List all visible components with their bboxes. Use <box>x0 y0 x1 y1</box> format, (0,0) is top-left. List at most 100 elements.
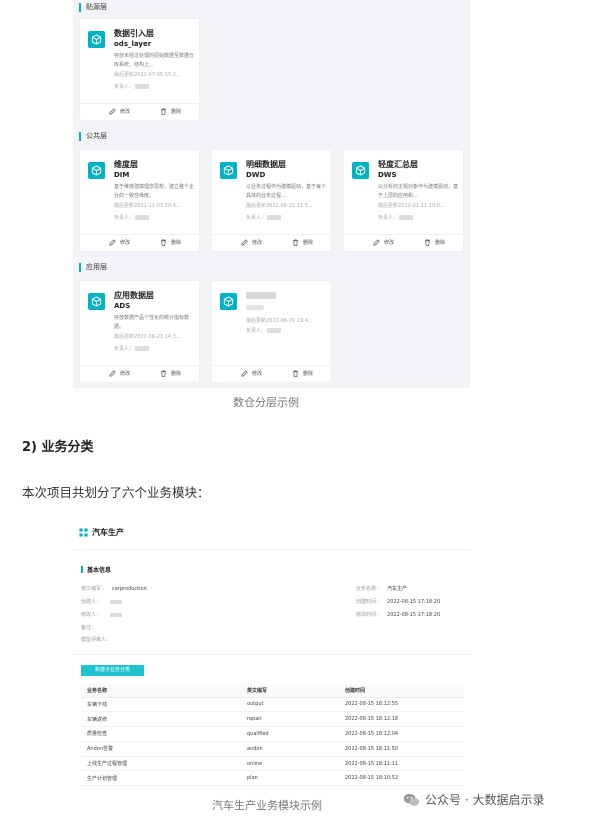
section-accent-bar <box>79 2 81 12</box>
cell-name: 上线生产过程管理 <box>81 756 241 772</box>
layers-screenshot: 贴源层 数据引入层 ods_layer 存放未经过处理的原始数据至数据仓库系统，… <box>73 0 470 388</box>
add-subcategory-button[interactable]: 新建子业务分类 <box>81 665 144 676</box>
edit-label: 修改 <box>384 240 395 246</box>
layer-card-ads[interactable]: 应用数据层 ADS 存放数据产品个性化的统计指标数据。 最后更新2021-08-… <box>80 281 199 382</box>
cube-icon <box>88 31 105 48</box>
delete-button[interactable]: 删除 <box>292 370 313 377</box>
layer-updated: 最后更新2021-08-23 14:3... <box>114 334 181 340</box>
owner-label: 负责人： <box>246 328 267 334</box>
field-label: 修改时间： <box>356 612 382 618</box>
delete-label: 删除 <box>171 240 182 246</box>
card-divider <box>80 365 199 366</box>
cell-name: 车辆下线 <box>81 697 241 713</box>
card-divider <box>344 234 463 235</box>
field-label: 创建时间： <box>356 599 382 605</box>
delete-button[interactable]: 删除 <box>424 239 445 246</box>
owner-blurred <box>135 215 150 220</box>
edit-icon <box>241 239 248 246</box>
layer-updated: 最后更新2022-01-11 10:0... <box>378 203 445 209</box>
cell-abbr: online <box>241 756 339 772</box>
edit-icon <box>109 108 116 115</box>
table-row[interactable]: 质量检查 qualified 2022-08-15 18:12:04 <box>81 726 464 742</box>
layer-description: 以分析的主题对象作为建模驱动，基于上层的应用和... <box>378 184 458 199</box>
cell-abbr: andon <box>241 741 339 757</box>
delete-label: 删除 <box>435 240 446 246</box>
layer-name: 数据引入层 <box>114 29 154 38</box>
layer-card-dwd[interactable]: 明细数据层 DWD 以业务过程作为建模驱动，基于每个具体的业务过程... 最后更… <box>212 150 331 251</box>
column-header: 创建时间 <box>339 684 464 698</box>
cell-abbr: repair <box>241 711 339 728</box>
layer-name: 应用数据层 <box>114 291 154 300</box>
column-header: 业务名称 <box>81 684 241 698</box>
edit-button[interactable]: 修改 <box>241 370 262 377</box>
layer-card-blurred[interactable]: 最后更新2022-06-09 19:4... 负责人： 修改 删除 <box>212 281 331 382</box>
cell-time: 2022-08-15 18:11:50 <box>339 741 464 757</box>
module-title: 汽车生产 <box>79 527 124 538</box>
cell-name: Andon告警 <box>81 741 241 757</box>
table-row[interactable]: 上线生产过程管理 online 2022-08-15 18:11:11 <box>81 756 464 772</box>
layer-owner: 负责人： <box>114 345 150 352</box>
edit-button[interactable]: 修改 <box>109 239 130 246</box>
owner-label: 负责人： <box>114 346 135 352</box>
table-row[interactable]: 车辆下线 output 2022-08-15 18:12:55 <box>81 697 464 713</box>
edit-button[interactable]: 修改 <box>241 239 262 246</box>
layer-updated: 最后更新2022-06-22 11:5... <box>246 203 313 209</box>
field-modify-time: 修改时间： 2022-08-15 17:18:20 <box>356 611 440 618</box>
field-label: 修改人： <box>81 612 102 618</box>
section-heading: 2) 业务分类 <box>22 440 94 455</box>
field-value: 汽车生产 <box>387 586 408 592</box>
figure-caption: 汽车生产业务模块示例 <box>212 799 322 812</box>
layer-description: 存放未经过处理的原始数据至数据仓库系统，结构上... <box>114 53 194 68</box>
owner-blurred <box>135 346 150 351</box>
cell-name: 质量检查 <box>81 726 241 742</box>
table-row[interactable]: 车辆返修 repair 2022-08-15 18:12:18 <box>81 711 464 728</box>
edit-icon <box>373 239 380 246</box>
field-label: 业务名称： <box>356 586 382 592</box>
layer-updated: 最后更新2022-06-09 19:4... <box>246 318 313 324</box>
basic-info-label: 基本信息 <box>87 567 112 574</box>
cube-icon <box>88 293 105 310</box>
module-title-label: 汽车生产 <box>92 528 124 537</box>
field-value: 2022-08-15 17:18:20 <box>387 612 441 618</box>
cell-name: 生产计划管理 <box>81 770 241 787</box>
edit-button[interactable]: 修改 <box>109 108 130 115</box>
cell-abbr: qualified <box>241 726 339 742</box>
edit-button[interactable]: 修改 <box>109 370 130 377</box>
owner-label: 负责人： <box>246 215 267 221</box>
delete-button[interactable]: 删除 <box>160 239 181 246</box>
delete-label: 删除 <box>171 371 182 377</box>
layer-code: DIM <box>114 171 130 179</box>
watermark-text: 公众号 · 大数据启示录 <box>425 793 545 807</box>
edit-label: 修改 <box>252 371 263 377</box>
edit-button[interactable]: 修改 <box>373 239 394 246</box>
layer-owner: 负责人： <box>378 214 414 221</box>
section-title-label: 公共层 <box>86 132 107 140</box>
info-divider <box>73 654 470 655</box>
delete-button[interactable]: 删除 <box>160 108 181 115</box>
layer-card-dim[interactable]: 维度层 DIM 基于维度建模理念思想，建立整个企业的一致性维度。 最后更新202… <box>80 150 199 251</box>
field-label: 创建人： <box>81 599 102 605</box>
card-divider <box>80 234 199 235</box>
field-value: carproduction <box>112 586 147 592</box>
field-label: 英文缩写： <box>81 586 107 592</box>
layer-card-dws[interactable]: 轻度汇总层 DWS 以分析的主题对象作为建模驱动，基于上层的应用和... 最后更… <box>344 150 463 251</box>
delete-button[interactable]: 删除 <box>160 370 181 377</box>
cell-abbr: plan <box>241 770 339 787</box>
layer-code-blurred <box>246 305 264 310</box>
table-row[interactable]: 生产计划管理 plan 2022-08-15 18:10:52 <box>81 770 464 787</box>
owner-blurred <box>267 328 282 333</box>
field-label: 模型评审人： <box>81 637 112 643</box>
layer-code: DWD <box>246 171 266 179</box>
layer-card-ods[interactable]: 数据引入层 ods_layer 存放未经过处理的原始数据至数据仓库系统，结构上.… <box>80 19 199 120</box>
cell-time: 2022-08-15 18:12:04 <box>339 726 464 742</box>
module-screenshot: 汽车生产 基本信息 英文缩写： carproduction 创建人： 修改人： 备… <box>73 518 470 793</box>
field-english-abbr: 英文缩写： carproduction <box>81 585 147 592</box>
cube-icon <box>220 293 237 310</box>
field-reviewer: 模型评审人： <box>81 636 111 643</box>
field-modifier: 修改人： <box>81 611 123 618</box>
table-row[interactable]: Andon告警 andon 2022-08-15 18:11:50 <box>81 741 464 757</box>
cell-time: 2022-08-15 18:12:55 <box>339 697 464 713</box>
delete-button[interactable]: 删除 <box>292 239 313 246</box>
paragraph: 本次项目共划分了六个业务模块： <box>22 485 210 500</box>
edit-label: 修改 <box>120 240 131 246</box>
